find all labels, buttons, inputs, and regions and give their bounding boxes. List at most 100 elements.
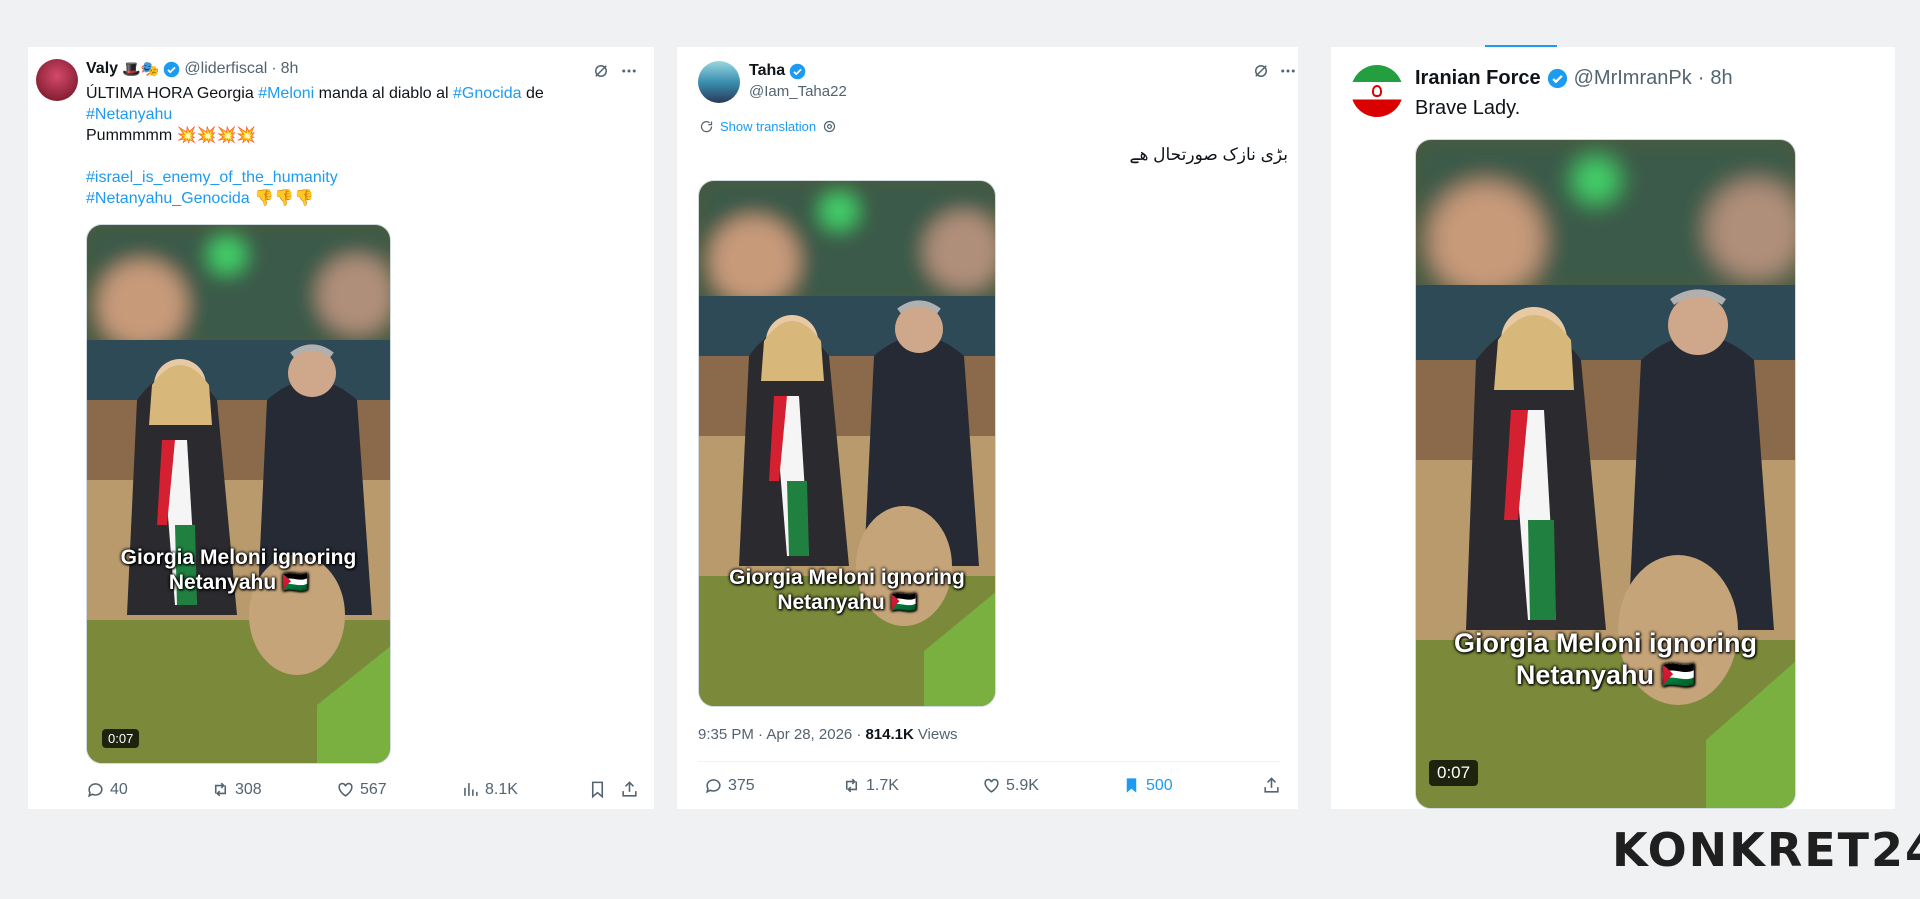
tweet-card-iranian-force: Iranian Force @MrImranPk · 8h Brave Lady… [1331,47,1895,809]
video-caption-line2: Netanyahu 🇵🇸 [1515,660,1696,691]
tweet-text-line: #Netanyahu [86,104,626,125]
text-segment: ÚLTIMA HORA Georgia [86,85,259,102]
tweet-card-taha: Taha @Iam_Taha22 Show translation بڑی نا… [677,47,1298,809]
text-segment [86,148,90,165]
brand-logo: KONKRET24 [1612,823,1920,877]
tweet-header: Iranian Force @MrImranPk · 8h [1415,67,1733,90]
time[interactable]: 8h [281,60,299,78]
video-caption-line2: Netanyahu 🇵🇸 [777,591,917,615]
video-caption: Giorgia Meloni ignoring Netanyahu 🇵🇸 [87,545,390,595]
divider [698,761,1280,762]
share-button[interactable] [1262,776,1281,795]
text-segment: de [521,85,544,102]
verified-badge-icon [789,63,806,79]
grok-icon[interactable] [1250,60,1272,82]
text-segment: 👎👎👎 [249,190,314,207]
verified-badge-icon [164,61,180,77]
repost-icon [214,782,227,797]
video-duration: 0:07 [102,729,140,748]
repost-button[interactable]: 1.7K [842,776,899,795]
share-icon [622,781,637,797]
repost-button[interactable]: 308 [211,780,262,799]
views-button[interactable]: 8.1K [461,780,518,799]
reply-button[interactable]: 40 [86,780,128,799]
grok-icon[interactable] [590,60,612,82]
heart-icon [338,782,353,797]
tweet-text-line: Pummmmm 💥💥💥💥 [86,125,626,146]
avatar[interactable] [698,61,740,103]
tweet-text-line: ÚLTIMA HORA Georgia #Meloni manda al dia… [86,83,626,104]
tweet-text: بڑی نازک صورتحال ھے [1129,145,1288,164]
avatar[interactable] [36,59,78,101]
views-label: Views [917,726,958,743]
time[interactable]: 8h [1710,67,1732,90]
video-thumbnail [87,225,390,763]
video-thumbnail [1416,140,1795,808]
analytics-icon [464,783,478,796]
separator-dot: · [1697,67,1705,89]
tweet-text-line: #israel_is_enemy_of_the_humanity [86,167,626,188]
reply-count: 40 [110,780,128,798]
handle[interactable]: @liderfiscal [184,60,267,78]
video-caption-line1: Giorgia Meloni ignoring [1454,628,1757,658]
tweet-text-line: #Netanyahu_Genocida 👎👎👎 [86,188,626,209]
translate-icon [700,121,713,133]
tweet-header: Taha [749,62,806,80]
heart-icon [984,778,999,793]
video-caption-line1: Giorgia Meloni ignoring [120,546,357,569]
handle[interactable]: @Iam_Taha22 [749,83,847,100]
reply-icon [705,779,721,794]
show-translation-link[interactable]: Show translation [699,119,837,134]
show-translation-label: Show translation [720,119,817,134]
hashtag-link[interactable]: #israel_is_enemy_of_the_humanity [86,169,338,186]
bookmark-count: 500 [1146,776,1173,794]
hashtag-link[interactable]: #Netanyahu_Genocida [86,190,250,207]
like-button[interactable]: 567 [336,780,387,799]
handle[interactable]: @MrImranPk [1574,67,1692,90]
bookmark-button[interactable]: 500 [1122,776,1173,795]
bookmark-icon [591,781,604,799]
more-options-icon[interactable] [1277,60,1298,82]
share-icon [1264,777,1279,793]
share-button[interactable] [620,780,639,799]
reply-count: 375 [728,776,755,794]
display-name[interactable]: Taha [749,62,785,80]
video-caption-line2: Netanyahu 🇵🇸 [168,571,309,595]
verified-badge-icon [1547,68,1567,89]
like-count: 567 [360,780,387,798]
video-thumbnail [699,181,995,706]
video-player[interactable]: Giorgia Meloni ignoring Netanyahu 🇵🇸 0:0… [1415,139,1796,809]
video-player[interactable]: Giorgia Meloni ignoring Netanyahu 🇵🇸 [698,180,996,707]
tweet-meta: 9:35 PM · Apr 28, 2026 · 814.1K Views [698,726,958,743]
bookmark-button[interactable] [588,780,607,799]
video-duration: 0:07 [1429,760,1479,786]
repost-count: 1.7K [866,776,899,794]
display-name[interactable]: Valy [86,60,118,78]
tweet-text: ÚLTIMA HORA Georgia #Meloni manda al dia… [86,83,626,209]
text-segment: manda al diablo al [314,85,453,102]
hashtag-link[interactable]: #Gnocida [453,85,522,102]
video-player[interactable]: Giorgia Meloni ignoring Netanyahu 🇵🇸 0:0… [86,224,391,764]
hashtag-link[interactable]: #Netanyahu [86,106,172,123]
avatar[interactable] [1351,65,1403,117]
separator-dot: · [271,60,277,77]
reply-icon [87,783,103,798]
video-caption: Giorgia Meloni ignoring Netanyahu 🇵🇸 [1416,627,1795,692]
repost-count: 308 [235,780,262,798]
settings-icon[interactable] [822,119,837,134]
like-button[interactable]: 5.9K [982,776,1039,795]
tweet-text-line [86,146,626,167]
display-name[interactable]: Iranian Force [1415,67,1541,90]
hashtag-link[interactable]: #Meloni [258,85,314,102]
tweet-header: Valy 🎩🎭 @liderfiscal · 8h [86,60,298,78]
repost-icon [845,778,858,793]
tweet-text: Brave Lady. [1415,97,1521,119]
like-count: 5.9K [1006,776,1039,794]
view-count: 8.1K [485,780,518,798]
timestamp[interactable]: 9:35 PM · Apr 28, 2026 · [698,726,861,743]
emblem-icon [1372,85,1382,97]
reply-button[interactable]: 375 [704,776,755,795]
name-emojis: 🎩🎭 [122,61,160,78]
video-caption: Giorgia Meloni ignoring Netanyahu 🇵🇸 [699,565,995,615]
more-options-icon[interactable] [618,60,640,82]
